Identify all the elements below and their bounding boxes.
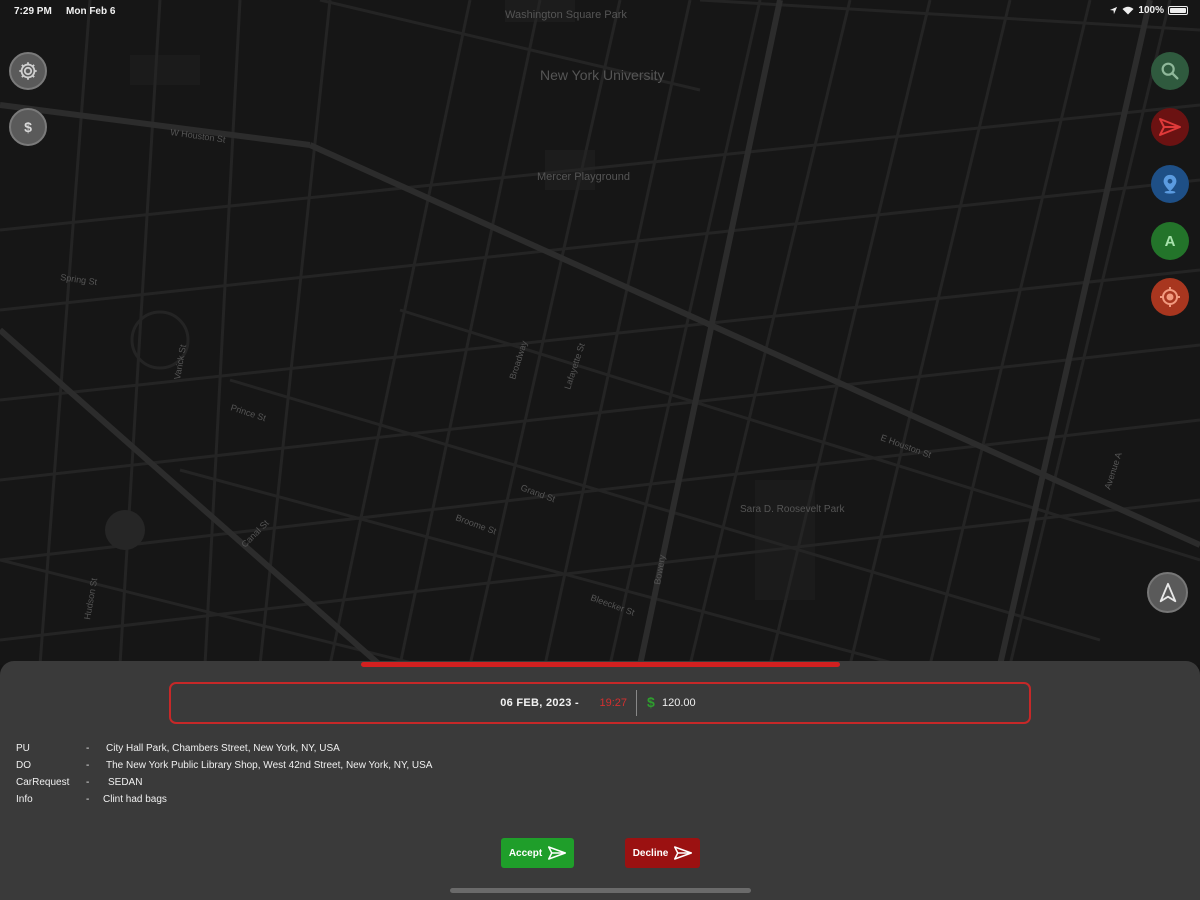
map-label-nyu: New York University bbox=[540, 67, 665, 83]
status-bar: 7:29 PM Mon Feb 6 100% bbox=[0, 0, 1200, 22]
map-label-roosevelt: Sara D. Roosevelt Park bbox=[740, 504, 845, 515]
detail-label: Info bbox=[16, 794, 33, 805]
profile-button[interactable]: A bbox=[1151, 222, 1189, 260]
detail-value: The New York Public Library Shop, West 4… bbox=[106, 760, 433, 771]
summary-divider bbox=[636, 690, 637, 716]
map-label-playground: Mercer Playground bbox=[537, 171, 630, 183]
svg-text:$: $ bbox=[24, 120, 32, 136]
target-icon bbox=[1160, 287, 1180, 307]
home-indicator[interactable] bbox=[450, 888, 751, 893]
search-button[interactable] bbox=[1151, 52, 1189, 90]
trip-date: 06 FEB, 2023 - bbox=[500, 697, 579, 709]
wifi-icon bbox=[1122, 6, 1134, 15]
battery-percent: 100% bbox=[1138, 5, 1164, 16]
pin-button[interactable] bbox=[1151, 165, 1189, 203]
detail-label: DO bbox=[16, 760, 31, 771]
status-date: Mon Feb 6 bbox=[66, 6, 116, 17]
navigate-button[interactable] bbox=[1151, 108, 1189, 146]
search-icon bbox=[1161, 62, 1179, 80]
decline-label: Decline bbox=[632, 847, 669, 859]
detail-value: City Hall Park, Chambers Street, New Yor… bbox=[106, 743, 340, 754]
earnings-button[interactable]: $ bbox=[9, 108, 47, 146]
map-pin-icon bbox=[1163, 174, 1177, 194]
battery-icon bbox=[1168, 6, 1188, 15]
detail-separator: - bbox=[86, 794, 90, 805]
send-arrow-icon bbox=[674, 846, 693, 860]
compass-button[interactable] bbox=[1147, 572, 1188, 613]
send-arrow-icon bbox=[1159, 118, 1181, 136]
location-arrow-icon bbox=[1110, 6, 1118, 15]
compass-arrow-icon bbox=[1159, 582, 1176, 602]
dollar-icon: $ bbox=[24, 120, 32, 136]
trip-summary-box: 06 FEB, 2023 - 19:27 $ 120.00 bbox=[169, 682, 1031, 724]
detail-value: SEDAN bbox=[108, 777, 143, 788]
detail-separator: - bbox=[86, 743, 90, 754]
send-arrow-icon bbox=[548, 846, 567, 860]
ride-request-sheet: 06 FEB, 2023 - 19:27 $ 120.00 PU - City … bbox=[0, 661, 1200, 900]
status-indicators: 100% bbox=[1109, 5, 1188, 16]
gear-icon bbox=[19, 62, 37, 80]
letter-a-icon: A bbox=[1164, 232, 1176, 250]
trip-fare: 120.00 bbox=[662, 697, 696, 709]
detail-separator: - bbox=[86, 760, 90, 771]
detail-separator: - bbox=[86, 777, 90, 788]
accept-label: Accept bbox=[508, 847, 543, 859]
detail-value: Clint had bags bbox=[103, 794, 167, 805]
detail-label: PU bbox=[16, 743, 30, 754]
dollar-icon: $ bbox=[647, 694, 655, 710]
detail-label: CarRequest bbox=[16, 777, 70, 788]
decline-button[interactable]: Decline bbox=[625, 838, 700, 868]
locate-button[interactable] bbox=[1151, 278, 1189, 316]
map-roads: Washington Square Park New York Universi… bbox=[0, 0, 1200, 665]
status-time: 7:29 PM bbox=[14, 6, 52, 17]
map-view[interactable]: Washington Square Park New York Universi… bbox=[0, 0, 1200, 665]
request-timer-bar bbox=[361, 662, 840, 667]
settings-button[interactable] bbox=[9, 52, 47, 90]
accept-button[interactable]: Accept bbox=[501, 838, 574, 868]
trip-time: 19:27 bbox=[599, 697, 627, 709]
